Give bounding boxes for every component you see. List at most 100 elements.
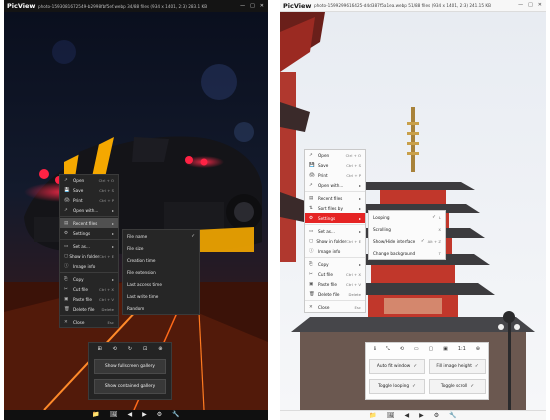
menu-label: Close	[73, 319, 85, 325]
rotate-left-icon[interactable]: ⟲	[113, 346, 117, 352]
previous-arrow-icon[interactable]: ◀	[404, 412, 409, 419]
info-icon[interactable]: ℹ	[374, 346, 376, 352]
app-title: PicView	[7, 2, 36, 10]
wrench-icon[interactable]: 🔧	[449, 412, 456, 419]
sort-files-submenu: File name ✓ File size Creation time File …	[122, 229, 200, 315]
open-icon: ↗	[64, 177, 68, 183]
menu-item-open-with[interactable]: ↗ Open with... ▸	[60, 205, 118, 215]
toggle-looping-button[interactable]: Toggle looping ✓	[369, 379, 425, 394]
frame-icon[interactable]: ▭	[414, 346, 419, 352]
menu-separator	[305, 224, 365, 225]
folder-icon[interactable]: 📁	[92, 412, 99, 418]
sort-option-last-access-time[interactable]: Last access time	[123, 278, 199, 290]
gear-icon[interactable]: ⚙	[157, 412, 162, 418]
next-arrow-icon[interactable]: ▶	[419, 412, 424, 419]
menu-item-delete-file[interactable]: 🗑 Delete file Delete	[60, 304, 118, 314]
previous-arrow-icon[interactable]: ◀	[127, 412, 132, 418]
menu-item-copy[interactable]: ⎘ Copy ▸	[60, 274, 118, 284]
menu-item-delete-file[interactable]: 🗑 Delete file Delete	[305, 289, 365, 299]
menu-item-cut-file[interactable]: ✂ Cut file Ctrl + X	[305, 269, 365, 279]
menu-item-open[interactable]: ↗ Open Ctrl + O	[305, 150, 365, 160]
copy-icon: ⎘	[309, 262, 313, 267]
show-contained-gallery-button[interactable]: Show contained gallery	[94, 379, 166, 394]
file-info-label: photo-1593081672549-b2998fbf5ef.webp 34/…	[38, 3, 208, 9]
window-icon[interactable]: ▢	[429, 346, 434, 352]
copy-icon: ⎘	[64, 277, 68, 282]
settings-option-scrolling[interactable]: Scrolling X	[369, 223, 445, 235]
menu-item-settings[interactable]: ⚙ Settings ▸	[60, 228, 118, 238]
menu-item-image-info[interactable]: ⓘ Image info	[60, 261, 118, 271]
menu-item-settings[interactable]: ⚙ Settings ▸	[305, 213, 365, 223]
menu-item-show-in-folder[interactable]: ▢ Show in folder Ctrl + E	[305, 236, 365, 246]
title-bar[interactable]: PicView photo-1593081672549-b2998fbf5ef.…	[4, 0, 268, 12]
zoom-icon[interactable]: ⊕	[476, 346, 480, 352]
menu-item-image-info[interactable]: ⓘ Image info	[305, 246, 365, 256]
folder-icon[interactable]: 📁	[369, 412, 376, 419]
menu-item-close[interactable]: ✕ Close Esc	[305, 302, 365, 312]
menu-item-open[interactable]: ↗ Open Ctrl + O	[60, 175, 118, 185]
next-arrow-icon[interactable]: ▶	[142, 412, 147, 418]
gallery-icon[interactable]: ▣	[443, 346, 448, 352]
maximize-icon[interactable]: □	[528, 3, 533, 8]
menu-label: Cut file	[73, 286, 88, 292]
close-icon[interactable]: ✕	[538, 3, 542, 8]
chevron-right-icon: ▸	[111, 230, 114, 236]
chevron-right-icon: ▸	[358, 182, 361, 188]
minimize-icon[interactable]: —	[518, 3, 523, 8]
menu-item-paste-file[interactable]: ▣ Paste file Ctrl + V	[305, 279, 365, 289]
rotate-right-icon[interactable]: ↻	[128, 346, 132, 352]
menu-item-set-as[interactable]: ▭ Set as... ▸	[60, 241, 118, 251]
menu-item-open-with[interactable]: ↗ Open with... ▸	[305, 180, 365, 190]
sort-option-last-write-time[interactable]: Last write time	[123, 290, 199, 302]
title-bar[interactable]: PicView photo-1599299616425-d4d387f5a1ea…	[280, 0, 546, 12]
wrench-icon[interactable]: 🔧	[172, 412, 179, 418]
gallery-icon[interactable]: 🖼	[110, 412, 118, 418]
rotate-left-icon[interactable]: ⟲	[400, 346, 404, 352]
settings-option-show-hide-interface[interactable]: Show/Hide interface ✓ Alt + Z	[369, 235, 445, 247]
sort-option-file-extension[interactable]: File extension	[123, 266, 199, 278]
settings-option-label: Looping	[373, 214, 390, 220]
menu-item-cut-file[interactable]: ✂ Cut file Ctrl + X	[60, 284, 118, 294]
menu-item-paste-file[interactable]: ▣ Paste file Ctrl + V	[60, 294, 118, 304]
menu-shortcut: Ctrl + E	[346, 238, 361, 244]
settings-option-label: Scrolling	[373, 226, 391, 232]
gallery-icon[interactable]: 🖼	[387, 412, 395, 419]
menu-item-save[interactable]: 💾 Save Ctrl + S	[305, 160, 365, 170]
actual-size-icon[interactable]: 1:1	[458, 346, 466, 352]
minimize-icon[interactable]: —	[240, 3, 245, 9]
zoom-icon[interactable]: ⊕	[158, 346, 162, 352]
menu-item-sort-files-by[interactable]: ⇅ Sort files by ▸	[305, 203, 365, 213]
crop-icon[interactable]: ⊡	[143, 346, 147, 352]
menu-item-show-in-folder[interactable]: ▢ Show in folder Ctrl + E	[60, 251, 118, 261]
maximize-icon[interactable]: □	[250, 3, 255, 9]
menu-label: Cut file	[318, 271, 333, 277]
show-fullscreen-gallery-button[interactable]: Show fullscreen gallery	[94, 359, 166, 374]
sort-option-random[interactable]: Random	[123, 302, 199, 314]
menu-item-print[interactable]: 🖨 Print Ctrl + P	[60, 195, 118, 205]
menu-item-close[interactable]: ✕ Close Esc	[60, 317, 118, 327]
resize-icon[interactable]: ⤡	[386, 346, 390, 352]
chevron-right-icon: ▸	[111, 243, 114, 249]
menu-item-set-as[interactable]: ▭ Set as... ▸	[305, 226, 365, 236]
gear-icon[interactable]: ⚙	[434, 412, 439, 419]
save-icon: 💾	[309, 162, 315, 168]
settings-option-looping[interactable]: Looping ✓ L	[369, 211, 445, 223]
sort-option-creation-time[interactable]: Creation time	[123, 254, 199, 266]
close-icon[interactable]: ✕	[260, 3, 264, 9]
auto-fit-window-button[interactable]: Auto fit window ✓	[369, 359, 425, 374]
menu-item-save[interactable]: 💾 Save Ctrl + S	[60, 185, 118, 195]
menu-item-print[interactable]: 🖨 Print Ctrl + P	[305, 170, 365, 180]
menu-separator	[305, 257, 365, 258]
settings-option-change-background[interactable]: Change background T	[369, 247, 445, 259]
close-icon: ✕	[309, 304, 313, 310]
grid-icon[interactable]: ⊞	[97, 346, 101, 352]
menu-separator	[60, 239, 118, 240]
menu-label: Paste file	[318, 281, 338, 287]
toggle-scroll-button[interactable]: Toggle scroll ✓	[429, 379, 486, 394]
sort-option-file-size[interactable]: File size	[123, 242, 199, 254]
fill-image-height-button[interactable]: Fill image height ✓	[429, 359, 486, 374]
menu-item-recent-files[interactable]: ▤ Recent files ▸	[305, 193, 365, 203]
sort-option-file-name[interactable]: File name ✓	[123, 230, 199, 242]
menu-item-copy[interactable]: ⎘ Copy ▸	[305, 259, 365, 269]
menu-item-recent-files[interactable]: ▤ Recent files ▸	[60, 218, 118, 228]
